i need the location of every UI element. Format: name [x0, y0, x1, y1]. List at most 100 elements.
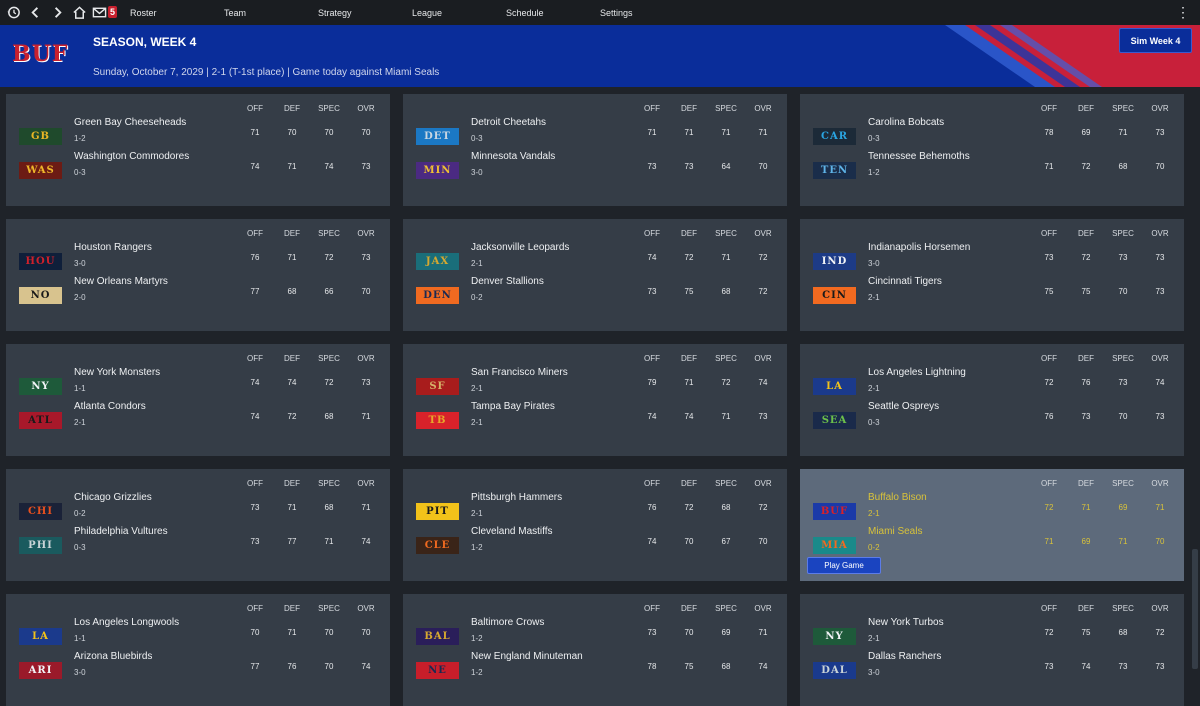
team-row[interactable]: SEA Seattle Ospreys 0-3 76 73 70 73 — [800, 401, 1184, 435]
team-name[interactable]: Green Bay Cheeseheads — [74, 117, 186, 128]
team-name[interactable]: Seattle Ospreys — [868, 401, 939, 412]
stat-def: 73 — [1081, 412, 1091, 421]
stat-off: 71 — [250, 128, 260, 137]
stat-header-spec: SPEC — [318, 104, 340, 113]
team-name[interactable]: Jacksonville Leopards — [471, 242, 569, 253]
team-name[interactable]: Washington Commodores — [74, 151, 189, 162]
team-row[interactable]: ARI Arizona Bluebirds 3-0 77 76 70 74 — [6, 651, 390, 685]
stat-header-ovr: OVR — [754, 354, 772, 363]
nav-strategy[interactable]: Strategy — [310, 8, 404, 18]
stat-spec: 70 — [324, 628, 334, 637]
forward-arrow-icon[interactable] — [46, 0, 68, 25]
nav-settings[interactable]: Settings — [592, 8, 686, 18]
more-menu-icon[interactable]: ⋮ — [1176, 4, 1190, 21]
team-name[interactable]: Baltimore Crows — [471, 617, 544, 628]
team-row[interactable]: CIN Cincinnati Tigers 2-1 75 75 70 73 — [800, 276, 1184, 310]
team-row[interactable]: JAX Jacksonville Leopards 2-1 74 72 71 72 — [403, 242, 787, 276]
matchup-card[interactable]: OFF DEF SPEC OVR BUF Buffalo Bison 2-1 72 71 69 71… — [800, 469, 1184, 581]
team-row[interactable]: CAR Carolina Bobcats 0-3 78 69 71 73 — [800, 117, 1184, 151]
team-row[interactable]: ATL Atlanta Condors 2-1 74 72 68 71 — [6, 401, 390, 435]
team-row[interactable]: PIT Pittsburgh Hammers 2-1 76 72 68 72 — [403, 492, 787, 526]
stat-off: 74 — [647, 253, 657, 262]
team-name[interactable]: Dallas Ranchers — [868, 651, 941, 662]
team-name[interactable]: Pittsburgh Hammers — [471, 492, 562, 503]
team-name[interactable]: Arizona Bluebirds — [74, 651, 152, 662]
scrollbar[interactable] — [1190, 87, 1200, 675]
team-name[interactable]: New Orleans Martyrs — [74, 276, 168, 287]
play-game-button[interactable]: Play Game — [807, 557, 881, 574]
team-row[interactable]: CHI Chicago Grizzlies 0-2 73 71 68 71 — [6, 492, 390, 526]
team-row[interactable]: WAS Washington Commodores 0-3 74 71 74 73 — [6, 151, 390, 185]
team-row[interactable]: PHI Philadelphia Vultures 0-3 73 77 71 74 — [6, 526, 390, 560]
stat-header-def: DEF — [1078, 104, 1094, 113]
team-row[interactable]: IND Indianapolis Horsemen 3-0 73 72 73 73 — [800, 242, 1184, 276]
team-name[interactable]: Tennessee Behemoths — [868, 151, 970, 162]
team-name[interactable]: Atlanta Condors — [74, 401, 146, 412]
team-row[interactable]: SF San Francisco Miners 2-1 79 71 72 74 — [403, 367, 787, 401]
team-name[interactable]: Carolina Bobcats — [868, 117, 944, 128]
team-name[interactable]: Buffalo Bison — [868, 492, 927, 503]
stat-off: 76 — [1044, 412, 1054, 421]
scrollbar-thumb[interactable] — [1192, 549, 1198, 669]
team-name[interactable]: Tampa Bay Pirates — [471, 401, 555, 412]
team-row[interactable]: DAL Dallas Ranchers 3-0 73 74 73 73 — [800, 651, 1184, 685]
home-icon[interactable] — [68, 0, 90, 25]
team-row[interactable]: BAL Baltimore Crows 1-2 73 70 69 71 — [403, 617, 787, 651]
team-row[interactable]: NO New Orleans Martyrs 2-0 77 68 66 70 — [6, 276, 390, 310]
team-row[interactable]: DET Detroit Cheetahs 0-3 71 71 71 71 — [403, 117, 787, 151]
team-row[interactable]: TB Tampa Bay Pirates 2-1 74 74 71 73 — [403, 401, 787, 435]
nav-team[interactable]: Team — [216, 8, 310, 18]
nav-schedule[interactable]: Schedule — [498, 8, 592, 18]
team-row[interactable]: NY New York Monsters 1-1 74 74 72 73 — [6, 367, 390, 401]
sim-week-button[interactable]: Sim Week 4 — [1119, 28, 1192, 53]
team-name[interactable]: Houston Rangers — [74, 242, 152, 253]
team-logo: ATL — [19, 412, 62, 429]
team-name[interactable]: Cincinnati Tigers — [868, 276, 942, 287]
team-row[interactable]: MIA Miami Seals 0-2 71 69 71 70 — [800, 526, 1184, 560]
stat-header-def: DEF — [1078, 479, 1094, 488]
mail-icon[interactable]: 5 — [90, 0, 118, 25]
team-logo: BUF — [813, 503, 856, 520]
nav-roster[interactable]: Roster — [122, 8, 216, 18]
team-row[interactable]: DEN Denver Stallions 0-2 73 75 68 72 — [403, 276, 787, 310]
team-logo: DEN — [416, 287, 459, 304]
team-name[interactable]: Chicago Grizzlies — [74, 492, 152, 503]
team-row[interactable]: NE New England Minuteman 1-2 78 75 68 74 — [403, 651, 787, 685]
team-row[interactable]: LA Los Angeles Lightning 2-1 72 76 73 74 — [800, 367, 1184, 401]
team-logo: LA — [19, 628, 62, 645]
team-name[interactable]: Miami Seals — [868, 526, 922, 537]
team-row[interactable]: CLE Cleveland Mastiffs 1-2 74 70 67 70 — [403, 526, 787, 560]
team-row[interactable]: GB Green Bay Cheeseheads 1-2 71 70 70 70 — [6, 117, 390, 151]
team-name[interactable]: Los Angeles Lightning — [868, 367, 966, 378]
team-row[interactable]: LA Los Angeles Longwools 1-1 70 71 70 70 — [6, 617, 390, 651]
team-name[interactable]: San Francisco Miners — [471, 367, 568, 378]
stat-def: 71 — [684, 378, 694, 387]
team-logo: ARI — [19, 662, 62, 679]
history-icon[interactable] — [2, 0, 24, 25]
team-logo: DET — [416, 128, 459, 145]
team-name[interactable]: Detroit Cheetahs — [471, 117, 546, 128]
top-nav: 5 Roster Team Strategy League Schedule S… — [0, 0, 1200, 25]
team-name[interactable]: Philadelphia Vultures — [74, 526, 168, 537]
stat-def: 75 — [684, 287, 694, 296]
team-name[interactable]: New York Turbos — [868, 617, 944, 628]
team-name[interactable]: New York Monsters — [74, 367, 160, 378]
team-name[interactable]: Cleveland Mastiffs — [471, 526, 553, 537]
matchup-grid: OFF DEF SPEC OVR GB Green Bay Cheeseheads 1-2 7… — [0, 87, 1190, 706]
team-name[interactable]: Los Angeles Longwools — [74, 617, 179, 628]
team-row[interactable]: HOU Houston Rangers 3-0 76 71 72 73 — [6, 242, 390, 276]
nav-league[interactable]: League — [404, 8, 498, 18]
stat-off: 74 — [250, 378, 260, 387]
team-row[interactable]: NY New York Turbos 2-1 72 75 68 72 — [800, 617, 1184, 651]
team-row[interactable]: TEN Tennessee Behemoths 1-2 71 72 68 70 — [800, 151, 1184, 185]
team-name[interactable]: Indianapolis Horsemen — [868, 242, 970, 253]
team-name[interactable]: Minnesota Vandals — [471, 151, 555, 162]
team-name[interactable]: New England Minuteman — [471, 651, 583, 662]
back-arrow-icon[interactable] — [24, 0, 46, 25]
team-logo: NY — [19, 378, 62, 395]
team-record: 2-1 — [471, 259, 483, 268]
team-row[interactable]: BUF Buffalo Bison 2-1 72 71 69 71 — [800, 492, 1184, 526]
team-name[interactable]: Denver Stallions — [471, 276, 544, 287]
stat-header-def: DEF — [284, 604, 300, 613]
team-row[interactable]: MIN Minnesota Vandals 3-0 73 73 64 70 — [403, 151, 787, 185]
